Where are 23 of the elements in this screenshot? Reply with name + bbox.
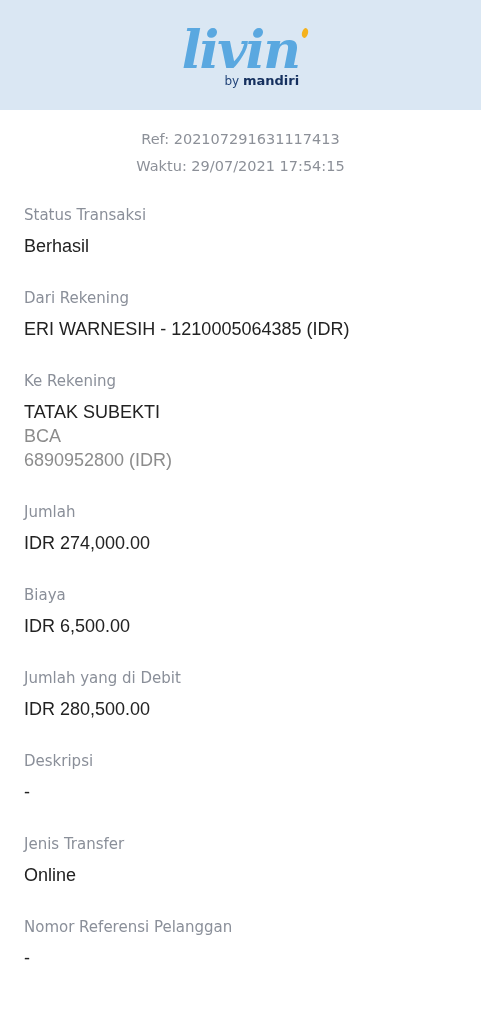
field-value: - xyxy=(24,947,31,970)
field-value: Online xyxy=(24,864,78,887)
field-label: Deskripsi xyxy=(24,751,95,772)
field-detail: 6890952800 (IDR) xyxy=(24,449,174,472)
transaction-time: Waktu: 29/07/2021 17:54:15 xyxy=(136,157,345,176)
field-label: Dari Rekening xyxy=(24,288,130,309)
reference-number: Ref: 202107291631117413 xyxy=(141,130,340,149)
field-label: Nomor Referensi Pelanggan xyxy=(24,917,234,938)
field-value: Berhasil xyxy=(24,235,91,258)
logo-byline: by mandiri xyxy=(224,74,300,88)
field-value: IDR 280,500.00 xyxy=(24,698,152,721)
field-label: Status Transaksi xyxy=(24,205,148,226)
field-label: Ke Rekening xyxy=(24,371,118,392)
field-label: Jenis Transfer xyxy=(24,834,126,855)
field-value: IDR 6,500.00 xyxy=(24,615,132,638)
field-label: Jumlah yang di Debit xyxy=(24,668,182,689)
field-value: - xyxy=(24,781,31,804)
field-label: Jumlah xyxy=(24,502,77,523)
field-label: Biaya xyxy=(24,585,67,606)
field-value: TATAK SUBEKTI xyxy=(24,401,162,424)
field-detail: BCA xyxy=(24,425,62,448)
field-value: IDR 274,000.00 xyxy=(24,532,152,555)
field-value: ERI WARNESIH - 1210005064385 (IDR) xyxy=(24,318,351,341)
